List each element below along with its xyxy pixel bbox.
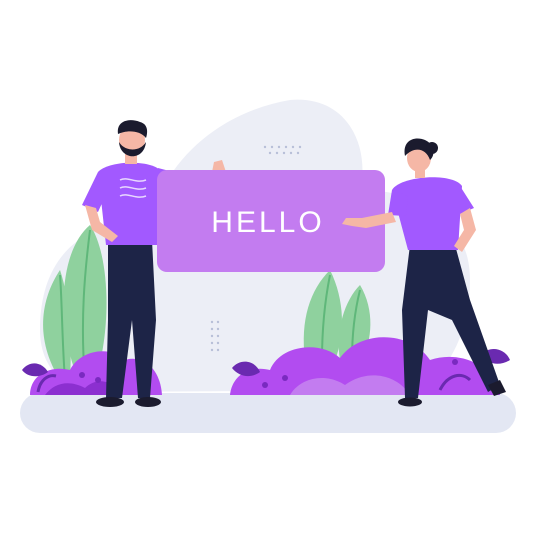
ground-strip (20, 393, 516, 433)
hello-sign-text: HELLO (211, 206, 324, 239)
hello-illustration: HELLO (20, 99, 516, 433)
illustration-canvas: HELLO (0, 0, 536, 536)
